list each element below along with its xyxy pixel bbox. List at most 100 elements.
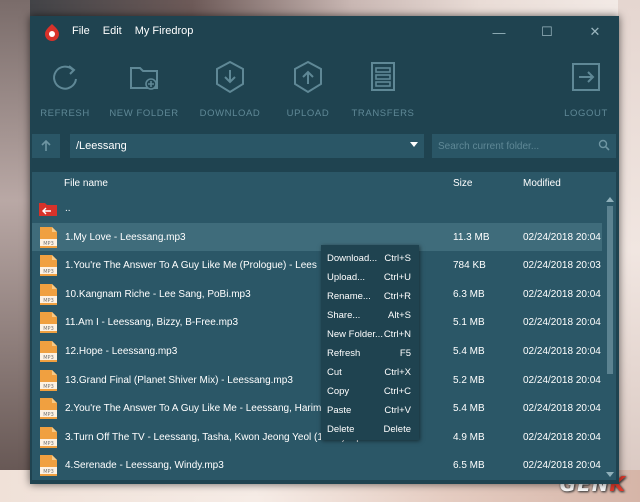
file-modified: 02/24/2018 20:03 (523, 260, 601, 272)
ctx-refresh[interactable]: Refresh F5 (321, 345, 419, 364)
download-button[interactable]: DOWNLOAD (190, 60, 270, 119)
new-folder-button[interactable]: NEW FOLDER (104, 60, 184, 119)
list-item[interactable]: MP3 3.Turn Off The TV - Leessang, Tasha,… (32, 423, 602, 452)
mp3-icon: MP3 (40, 226, 57, 248)
list-item[interactable]: MP3 11.Am I - Leessang, Bizzy, B-Free.mp… (32, 308, 602, 337)
logout-icon (572, 63, 600, 91)
svg-text:MP3: MP3 (43, 269, 54, 275)
list-item-selected[interactable]: MP3 1.My Love - Leessang.mp3 11.3 MB 02/… (32, 222, 602, 252)
toolbar: REFRESH NEW FOLDER DOWNLOAD UPLOAD TRANS… (30, 48, 619, 132)
transfers-button[interactable]: TRANSFERS (343, 60, 423, 119)
menu-edit[interactable]: Edit (103, 25, 122, 37)
transfers-label: TRANSFERS (351, 108, 415, 119)
file-size: 5.1 MB (453, 317, 485, 329)
ctx-new-folder[interactable]: New Folder... Ctrl+N (321, 326, 419, 345)
window-controls: — ☐ ✕ (475, 16, 619, 48)
file-size: 6.5 MB (453, 460, 485, 472)
svg-text:MP3: MP3 (43, 355, 54, 361)
download-icon (216, 60, 244, 94)
file-name: .. (65, 203, 71, 214)
list-item[interactable]: MP3 13.Grand Final (Planet Shiver Mix) -… (32, 366, 602, 395)
mp3-icon: MP3 (40, 398, 57, 420)
path-bar: /Leessang Search current folder... (30, 134, 619, 160)
upload-label: UPLOAD (286, 108, 330, 119)
file-modified: 02/24/2018 20:04 (523, 288, 601, 300)
folder-up-icon (39, 203, 57, 216)
minimize-button[interactable]: — (475, 16, 523, 48)
list-item[interactable]: MP3 1.You're The Answer To A Guy Like Me… (32, 251, 602, 280)
svg-text:MP3: MP3 (43, 469, 54, 475)
svg-text:MP3: MP3 (43, 384, 54, 390)
file-modified: 02/24/2018 20:04 (523, 317, 601, 329)
file-modified: 02/24/2018 20:04 (523, 460, 601, 472)
file-name: 12.Hope - Leessang.mp3 (65, 345, 178, 357)
file-modified: 02/24/2018 20:04 (523, 403, 601, 415)
refresh-icon (53, 65, 77, 90)
scroll-thumb[interactable] (607, 206, 613, 374)
logout-button[interactable]: LOGOUT (546, 60, 626, 119)
file-rows: .. MP3 1.My Love - Leessang.mp3 11.3 MB … (32, 194, 602, 480)
scroll-up-icon[interactable] (606, 197, 614, 202)
file-size: 4.9 MB (453, 431, 485, 443)
logout-label: LOGOUT (564, 108, 608, 119)
list-item[interactable]: MP3 10.Kangnam Riche - Lee Sang, PoBi.mp… (32, 280, 602, 309)
close-button[interactable]: ✕ (571, 16, 619, 48)
mp3-icon: MP3 (40, 283, 57, 305)
file-modified: 02/24/2018 20:04 (523, 231, 601, 243)
ctx-paste[interactable]: Paste Ctrl+V (321, 402, 419, 421)
list-item[interactable]: MP3 2.You're The Answer To A Guy Like Me… (32, 394, 602, 423)
transfers-icon (371, 62, 395, 91)
context-menu: Download... Ctrl+S Upload... Ctrl+U Rename… (321, 245, 419, 440)
refresh-button[interactable]: REFRESH (25, 60, 105, 119)
svg-text:MP3: MP3 (43, 412, 54, 418)
menu-file[interactable]: File (72, 25, 90, 37)
file-name: 4.Serenade - Leessang, Windy.mp3 (65, 460, 224, 472)
ctx-rename[interactable]: Rename... Ctrl+R (321, 288, 419, 307)
parent-folder-button[interactable] (32, 134, 60, 158)
ctx-share[interactable]: Share... Alt+S (321, 307, 419, 326)
header-size[interactable]: Size (453, 178, 472, 189)
list-item-parent[interactable]: .. (32, 194, 602, 223)
file-size: 5.4 MB (453, 403, 485, 415)
new-folder-label: NEW FOLDER (109, 108, 179, 119)
mp3-icon: MP3 (40, 369, 57, 391)
ctx-cut[interactable]: Cut Ctrl+X (321, 364, 419, 383)
svg-text:MP3: MP3 (43, 441, 54, 447)
mp3-icon: MP3 (40, 426, 57, 448)
file-name: 10.Kangnam Riche - Lee Sang, PoBi.mp3 (65, 288, 251, 300)
ctx-upload[interactable]: Upload... Ctrl+U (321, 269, 419, 288)
ctx-download[interactable]: Download... Ctrl+S (321, 250, 419, 269)
list-item[interactable]: MP3 12.Hope - Leessang.mp3 5.4 MB 02/24/… (32, 337, 602, 366)
path-dropdown[interactable]: /Leessang (70, 134, 424, 158)
file-size: 6.3 MB (453, 288, 485, 300)
search-input[interactable]: Search current folder... (432, 134, 616, 158)
download-label: DOWNLOAD (199, 108, 261, 119)
vertical-scrollbar[interactable] (604, 194, 616, 480)
firedrop-logo-icon (45, 24, 59, 41)
mp3-icon: MP3 (40, 312, 57, 334)
new-folder-icon (130, 67, 158, 90)
file-size: 11.3 MB (453, 231, 490, 243)
header-modified[interactable]: Modified (523, 178, 561, 189)
header-file-name[interactable]: File name (64, 178, 108, 189)
search-icon (598, 139, 610, 151)
list-item[interactable]: MP3 4.Serenade - Leessang, Windy.mp3 6.5… (32, 451, 602, 480)
file-name: 13.Grand Final (Planet Shiver Mix) - Lee… (65, 374, 293, 386)
file-name: 1.You're The Answer To A Guy Like Me (Pr… (65, 260, 317, 272)
file-name: 2.You're The Answer To A Guy Like Me - L… (65, 403, 325, 415)
menu-my-firedrop[interactable]: My Firedrop (135, 25, 194, 37)
upload-button[interactable]: UPLOAD (268, 60, 348, 119)
file-size: 5.4 MB (453, 345, 485, 357)
list-header: File name Size Modified (32, 172, 616, 194)
scroll-down-icon[interactable] (606, 472, 614, 477)
app-window: File Edit My Firedrop — ☐ ✕ REFRESH NEW … (30, 16, 619, 484)
ctx-delete[interactable]: Delete Delete (321, 421, 419, 440)
search-placeholder: Search current folder... (438, 141, 540, 152)
file-modified: 02/24/2018 20:04 (523, 345, 601, 357)
mp3-icon: MP3 (40, 455, 57, 477)
svg-text:MP3: MP3 (43, 326, 54, 332)
menu-bar: File Edit My Firedrop (72, 25, 193, 37)
ctx-copy[interactable]: Copy Ctrl+C (321, 383, 419, 402)
svg-text:MP3: MP3 (43, 298, 54, 304)
maximize-button[interactable]: ☐ (523, 16, 571, 48)
